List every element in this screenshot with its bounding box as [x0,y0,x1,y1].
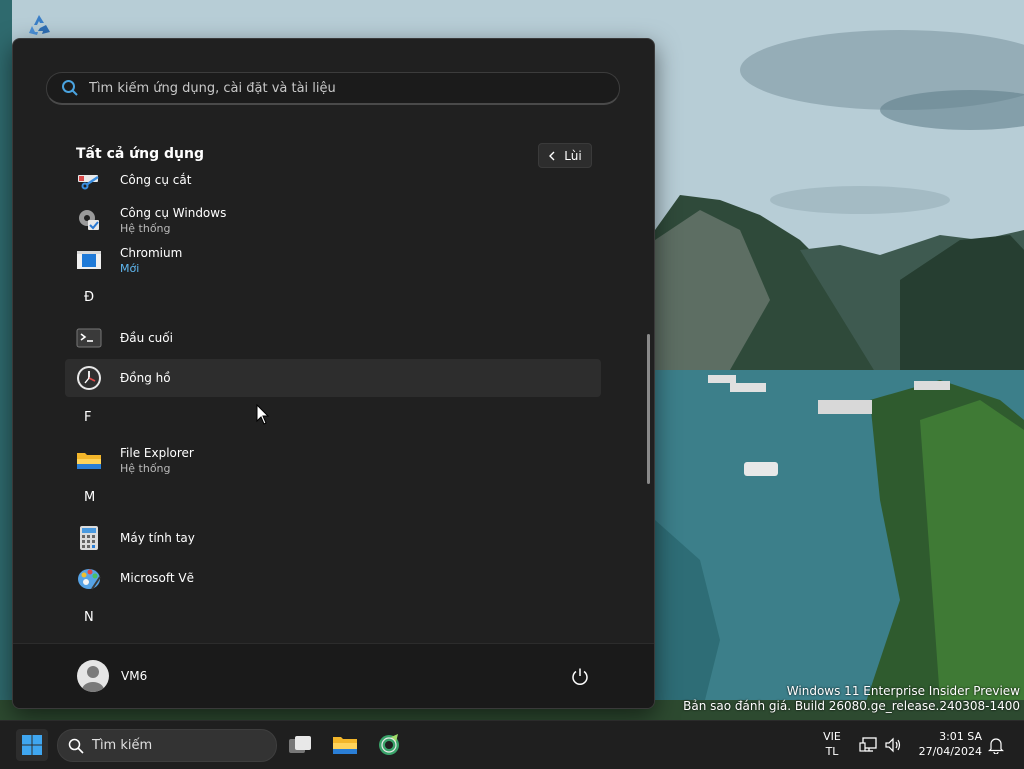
app-taskbar-button[interactable] [373,729,405,761]
folder-icon [333,737,357,754]
notification-bell-icon[interactable] [988,737,1004,754]
app-name: Máy tính tay [120,531,195,545]
task-view-icon [289,736,311,753]
watermark-edition: Windows 11 Enterprise Insider Preview [786,684,1020,698]
app-item-clock[interactable]: Đồng hồ [65,359,601,397]
edition-watermark: Windows 11 Enterprise Insider Preview Bả… [683,684,1020,714]
lang-layout: TL [825,745,839,758]
app-list-scrollbar[interactable] [647,334,650,484]
search-icon [62,80,78,96]
user-avatar[interactable] [77,660,109,692]
app-new-badge: Mới [120,261,140,275]
app-subtitle: Hệ thống [120,221,171,235]
windows-logo-icon [22,735,42,755]
calculator-icon [76,525,102,551]
all-apps-title: Tất cả ứng dụng [76,146,204,162]
taskbar-clock[interactable]: 3:01 SA 27/04/2024 [912,729,982,759]
taskbar: Tìm kiếm VIE TL 3:01 SA 27/04/2024 [0,720,1024,769]
volume-icon[interactable] [884,737,902,753]
app-item-windows-tools[interactable]: Công cụ Windows Hệ thống [65,201,601,239]
taskbar-search-label: Tìm kiếm [92,738,153,753]
all-apps-list[interactable]: Công cụ cắt Công cụ Windows Hệ thống Chr… [13,169,654,643]
terminal-icon [76,325,102,351]
input-language-indicator[interactable]: VIE TL [818,729,846,759]
letter-header-d[interactable]: Đ [84,290,94,305]
clock-date: 27/04/2024 [918,745,982,758]
watermark-build: Bản sao đánh giá. Build 26080.ge_release… [683,699,1020,713]
user-icon [82,666,104,692]
recycle-bin-icon[interactable] [22,8,56,42]
start-menu: Tất cả ứng dụng Lùi Công cụ cắt Công cụ … [12,38,655,709]
user-name[interactable]: VM6 [121,669,147,683]
disc-app-icon [379,734,399,755]
start-search-box[interactable] [46,72,620,105]
search-icon [68,738,84,754]
chevron-left-icon [549,151,555,160]
lang-code: VIE [823,730,841,743]
task-view-button[interactable] [284,729,316,761]
app-name: File Explorer [120,445,194,460]
mouse-cursor-icon [256,404,270,425]
app-item-snipping-tool[interactable]: Công cụ cắt [65,169,601,199]
clock-time: 3:01 SA [939,730,982,743]
app-subtitle: Hệ thống [120,461,171,475]
app-name: Đồng hồ [120,371,171,385]
app-name: Công cụ Windows [120,205,227,220]
paint-icon [76,565,102,591]
back-button[interactable]: Lùi [538,143,592,168]
start-search-input[interactable] [87,79,591,97]
app-name: Chromium [120,245,183,260]
app-name: Công cụ cắt [120,173,192,187]
recycle-bin-icon-glyph [29,15,50,35]
back-label: Lùi [564,148,582,163]
taskbar-search[interactable]: Tìm kiếm [57,729,277,762]
snipping-tool-icon [76,169,102,193]
app-item-terminal[interactable]: Đầu cuối [65,319,601,357]
app-item-chromium[interactable]: Chromium Mới [65,241,601,279]
chromium-icon [76,247,102,273]
app-item-paint[interactable]: Microsoft Vẽ [65,559,601,597]
letter-header-m[interactable]: M [84,490,95,505]
app-item-file-explorer[interactable]: File Explorer Hệ thống [65,441,601,479]
file-explorer-taskbar-button[interactable] [329,729,361,761]
network-icon[interactable] [859,737,877,753]
app-item-calculator[interactable]: Máy tính tay [65,519,601,557]
start-menu-footer: VM6 [13,643,654,708]
letter-header-n[interactable]: N [84,610,94,625]
app-name: Microsoft Vẽ [120,571,195,585]
start-button[interactable] [16,729,48,761]
windows-tools-icon [76,207,102,233]
power-icon[interactable] [569,666,591,688]
app-name: Đầu cuối [120,331,173,345]
letter-header-f[interactable]: F [84,410,91,425]
folder-icon [76,447,102,473]
clock-icon [76,365,102,391]
